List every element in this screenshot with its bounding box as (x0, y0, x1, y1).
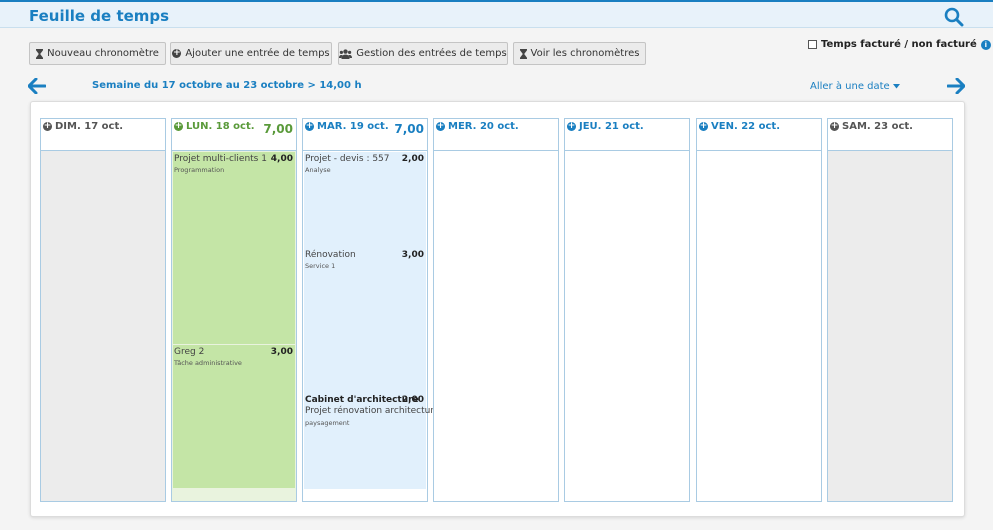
entry-task: Tâche administrative (174, 359, 242, 367)
add-entry-icon[interactable]: + (305, 122, 314, 131)
new-timer-button[interactable]: Nouveau chronomètre (29, 42, 166, 65)
entry-task: Programmation (174, 166, 225, 174)
add-entry-icon[interactable]: + (43, 122, 52, 131)
entry-project: Greg 2 (174, 347, 205, 357)
day-column-thursday[interactable]: + JEU. 21 oct. (564, 118, 690, 502)
add-entry-icon[interactable]: + (567, 122, 576, 131)
day-column-sunday[interactable]: + DIM. 17 oct. (40, 118, 166, 502)
day-column-monday[interactable]: + LUN. 18 oct. 7,00 Projet multi-clients… (171, 118, 297, 502)
billed-label: Temps facturé / non facturé (821, 39, 977, 50)
entry-project: Rénovation (305, 250, 356, 260)
entry-project: Projet multi-clients 1 (174, 154, 267, 164)
time-entry[interactable]: Projet - devis : 557 Analyse 2,00 (304, 152, 426, 248)
day-column-tuesday[interactable]: + MAR. 19 oct. 7,00 Projet - devis : 557… (302, 118, 439, 502)
day-label: SAM. 23 oct. (842, 121, 913, 132)
time-entry[interactable]: Rénovation Service 1 3,00 (304, 248, 426, 393)
add-entry-label: Ajouter une entrée de temps (185, 48, 330, 59)
add-entry-icon[interactable]: + (699, 122, 708, 131)
day-header: + JEU. 21 oct. (565, 119, 689, 151)
entry-task: paysagement (305, 419, 350, 427)
day-label: DIM. 17 oct. (55, 121, 124, 132)
entry-hours: 2,00 (401, 154, 424, 164)
users-icon (339, 48, 353, 59)
header-bar: Feuille de temps (0, 0, 993, 28)
plus-circle-icon: + (172, 48, 182, 58)
info-icon[interactable]: i (980, 39, 991, 50)
day-label: MER. 20 oct. (448, 121, 519, 132)
day-label: JEU. 21 oct. (579, 121, 644, 132)
prev-week-arrow-icon[interactable] (27, 77, 47, 95)
day-label: MAR. 19 oct. (317, 121, 389, 132)
entry-project: Projet - devis : 557 (305, 154, 390, 164)
entry-hours: 2,00 (401, 395, 424, 405)
view-timers-button[interactable]: Voir les chronomètres (513, 42, 646, 65)
day-header: + VEN. 22 oct. (697, 119, 821, 151)
add-entry-icon[interactable]: + (174, 122, 183, 131)
time-entry[interactable]: Greg 2 Tâche administrative 3,00 (173, 345, 295, 489)
day-column-wednesday[interactable]: + MER. 20 oct. (433, 118, 559, 502)
manage-entries-label: Gestion des entrées de temps (356, 48, 507, 59)
day-total: 7,00 (263, 122, 293, 136)
day-label: LUN. 18 oct. (186, 121, 255, 132)
goto-date-label: Aller à une date (810, 81, 890, 92)
manage-entries-button[interactable]: Gestion des entrées de temps (338, 42, 508, 65)
caret-down-icon (892, 84, 900, 89)
entry-hours: 3,00 (270, 347, 293, 357)
new-timer-label: Nouveau chronomètre (47, 48, 159, 59)
day-total: 7,00 (394, 122, 424, 136)
search-icon[interactable] (944, 7, 966, 27)
entry-hours: 3,00 (401, 250, 424, 260)
billed-toggle: Temps facturé / non facturé i (808, 39, 991, 50)
week-range-label[interactable]: Semaine du 17 octobre au 23 octobre > 14… (92, 80, 362, 91)
hourglass-icon (519, 48, 527, 59)
goto-date-dropdown[interactable]: Aller à une date (810, 81, 900, 92)
day-header: + SAM. 23 oct. (828, 119, 952, 151)
time-entry[interactable]: Cabinet d'architecture Projet rénovation… (304, 393, 439, 489)
add-entry-icon[interactable]: + (436, 122, 445, 131)
day-column-saturday[interactable]: + SAM. 23 oct. (827, 118, 953, 502)
entry-project: Projet rénovation architecture (305, 406, 440, 416)
billed-checkbox[interactable] (808, 40, 817, 49)
day-label: VEN. 22 oct. (711, 121, 780, 132)
page-title: Feuille de temps (29, 7, 170, 25)
view-timers-label: Voir les chronomètres (530, 48, 640, 59)
entry-task: Analyse (305, 166, 331, 174)
day-header: + MAR. 19 oct. 7,00 (303, 119, 427, 151)
next-week-arrow-icon[interactable] (946, 77, 966, 95)
entry-task: Service 1 (305, 262, 336, 270)
day-header: + DIM. 17 oct. (41, 119, 165, 151)
add-entry-icon[interactable]: + (830, 122, 839, 131)
hourglass-icon (36, 48, 44, 59)
day-column-friday[interactable]: + VEN. 22 oct. (696, 118, 822, 502)
day-header: + MER. 20 oct. (434, 119, 558, 151)
time-entry[interactable]: Projet multi-clients 1 Programmation 4,0… (173, 152, 295, 345)
add-entry-button[interactable]: + Ajouter une entrée de temps (170, 42, 332, 65)
entry-hours: 4,00 (270, 154, 293, 164)
day-header: + LUN. 18 oct. 7,00 (172, 119, 296, 151)
